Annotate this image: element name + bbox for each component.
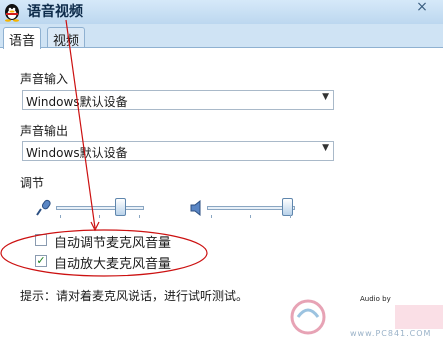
auto-adjust-mic-label: 自动调节麦克风音量	[54, 236, 172, 251]
input-label: 声音输入	[20, 72, 69, 86]
tick	[211, 215, 212, 218]
tick	[139, 215, 140, 218]
input-device-select[interactable]: Windows默认设备 ▼	[22, 90, 334, 110]
close-icon: ×	[416, 0, 428, 15]
chevron-down-icon: ▼	[322, 92, 329, 102]
auto-amplify-mic-label: 自动放大麦克风音量	[54, 257, 172, 272]
output-device-value: Windows默认设备	[26, 146, 128, 160]
tab-voice[interactable]: 语音	[3, 27, 42, 49]
auto-adjust-mic-checkbox[interactable]	[35, 234, 47, 246]
auto-amplify-mic-checkbox[interactable]: ✓	[35, 255, 47, 267]
close-button[interactable]: ×	[413, 0, 431, 14]
tab-voice-label: 语音	[9, 34, 36, 49]
watermark-url: www.PC841.COM	[350, 329, 432, 338]
input-device-value: Windows默认设备	[26, 95, 128, 109]
tab-bar: 语音 视频	[0, 24, 443, 49]
adjust-label: 调节	[20, 176, 45, 190]
tab-video[interactable]: 视频	[47, 27, 86, 49]
speaker-icon	[190, 200, 201, 216]
output-label: 声音输出	[20, 124, 69, 138]
speaker-volume-slider[interactable]	[281, 198, 293, 216]
output-device-select[interactable]: Windows默认设备 ▼	[22, 141, 334, 161]
tick	[290, 215, 291, 218]
title-bar: 语音视频 ×	[0, 0, 443, 24]
mic-volume-slider[interactable]	[114, 198, 126, 216]
hint-text: 提示：请对着麦克风说话，进行试听测试。	[20, 289, 249, 303]
tick	[250, 215, 251, 218]
watermark-audio-text: Audio by	[360, 295, 391, 303]
microphone-icon	[36, 199, 51, 216]
chevron-down-icon: ▼	[322, 143, 329, 153]
window-title: 语音视频	[27, 4, 83, 20]
tick	[60, 215, 61, 218]
mic-volume-track[interactable]	[56, 206, 144, 210]
watermark-banner	[395, 305, 443, 329]
site-logo-watermark	[290, 299, 326, 335]
qq-penguin-icon	[5, 4, 19, 22]
tick	[99, 215, 100, 218]
